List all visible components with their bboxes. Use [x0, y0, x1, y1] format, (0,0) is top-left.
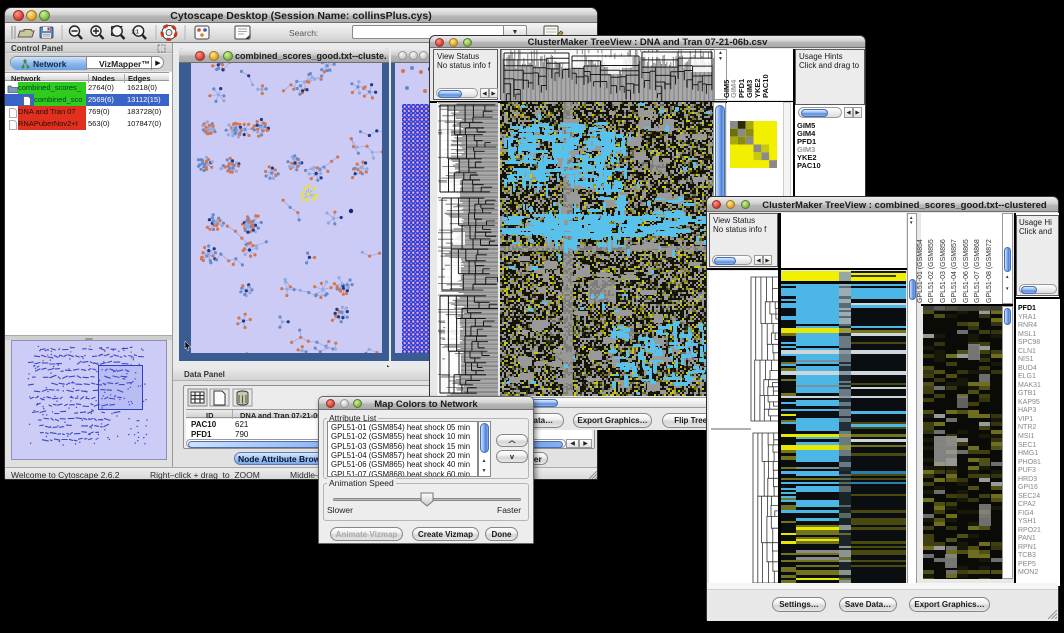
svg-text:1:1: 1:1: [131, 30, 138, 36]
